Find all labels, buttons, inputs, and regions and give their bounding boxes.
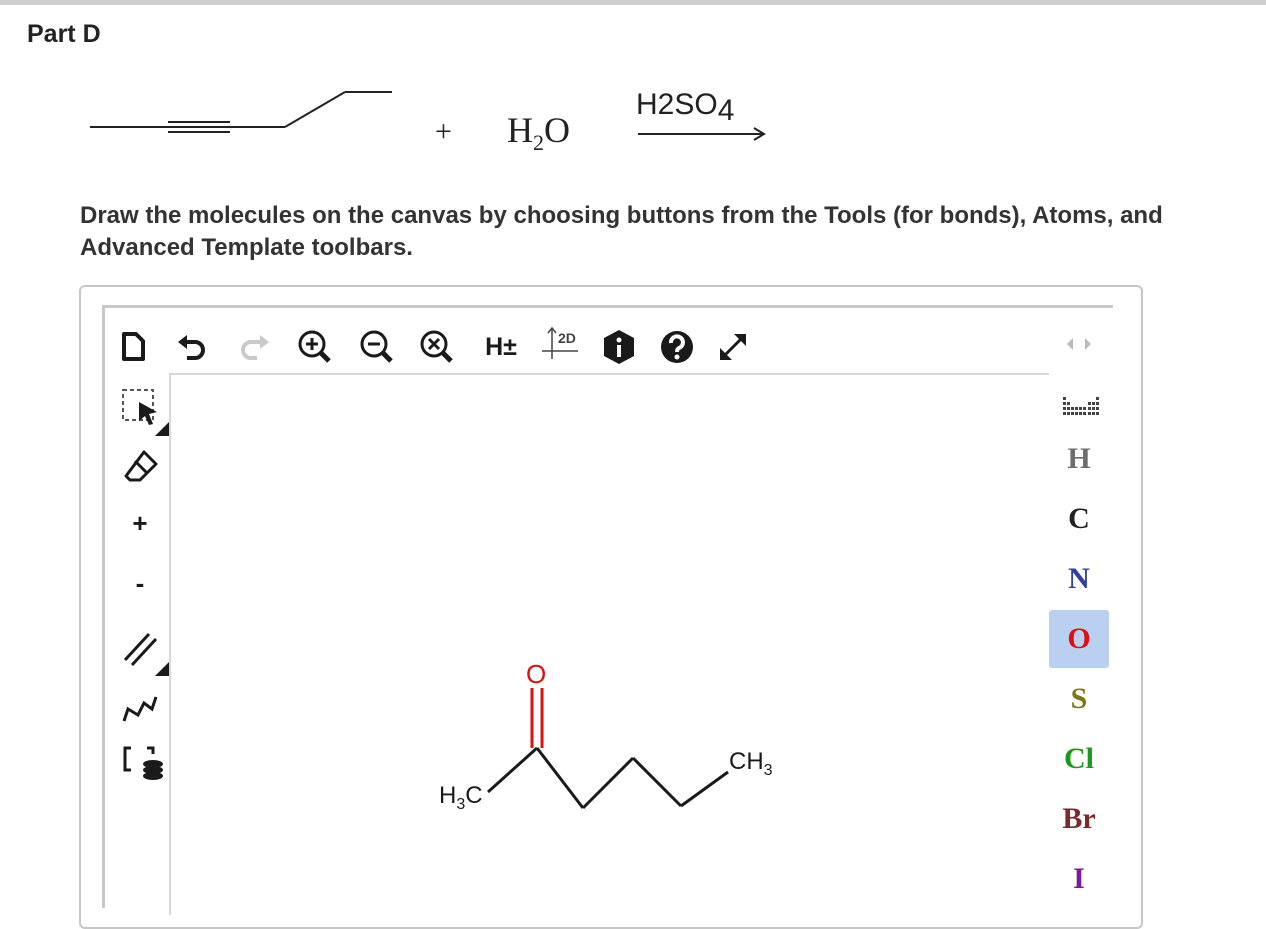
left-right-arrows-icon bbox=[1067, 338, 1091, 350]
undo-icon bbox=[178, 335, 205, 360]
charge-minus-button[interactable]: - bbox=[117, 560, 163, 606]
oxygen-atom: O bbox=[526, 659, 546, 689]
new-document-button[interactable] bbox=[115, 328, 151, 366]
double-bond-icon bbox=[123, 632, 169, 676]
clean-2d-icon: 2D bbox=[542, 326, 578, 359]
undo-button[interactable] bbox=[173, 328, 213, 366]
zoom-out-button[interactable] bbox=[355, 326, 399, 368]
zoom-in-icon bbox=[298, 330, 331, 363]
fullscreen-button[interactable] bbox=[711, 326, 755, 368]
hydrogen-toggle-button[interactable]: H± bbox=[475, 328, 527, 366]
bond-tool-button[interactable] bbox=[115, 620, 169, 676]
clean-2d-label: 2D bbox=[558, 330, 576, 346]
periodic-table-icon bbox=[1063, 397, 1099, 415]
info-button[interactable] bbox=[597, 326, 641, 368]
plus-sign: + bbox=[435, 115, 452, 148]
template-stack-icon bbox=[123, 746, 163, 780]
methyl-group-right: CH3 bbox=[729, 748, 773, 779]
clean-2d-button[interactable]: 2D bbox=[537, 322, 589, 370]
atom-button-h[interactable]: H bbox=[1049, 430, 1109, 488]
left-toolbar: + - bbox=[105, 370, 169, 910]
help-button[interactable] bbox=[655, 326, 699, 368]
selection-tool-icon bbox=[122, 389, 169, 436]
chain-tool-button[interactable] bbox=[115, 686, 165, 732]
periodic-table-button[interactable] bbox=[1053, 388, 1109, 424]
redo-button[interactable] bbox=[235, 328, 275, 366]
product-molecule: O H3C CH3 bbox=[439, 659, 773, 813]
zoom-reset-button[interactable] bbox=[415, 326, 459, 368]
atoms-toolbar: H C N O S Cl Br I bbox=[1049, 328, 1113, 908]
atom-button-n[interactable]: N bbox=[1049, 550, 1109, 608]
water-formula: H2O bbox=[507, 110, 570, 155]
instructions-text: Draw the molecules on the canvas by choo… bbox=[80, 202, 1163, 261]
atom-button-s[interactable]: S bbox=[1049, 670, 1109, 728]
toolbar-scroll-arrows[interactable] bbox=[1057, 328, 1101, 360]
top-toolbar: H± 2D bbox=[105, 308, 1045, 370]
redo-icon bbox=[241, 335, 269, 360]
top-divider bbox=[0, 0, 1266, 5]
zoom-in-button[interactable] bbox=[293, 326, 337, 368]
part-title: Part D bbox=[27, 20, 101, 48]
info-icon bbox=[604, 330, 634, 364]
atom-button-br[interactable]: Br bbox=[1049, 790, 1109, 848]
reaction-scheme: + H2O H2SO4 bbox=[90, 88, 766, 155]
eraser-tool-button[interactable] bbox=[117, 440, 167, 492]
template-tool-button[interactable] bbox=[115, 734, 169, 790]
atom-button-o[interactable]: O bbox=[1049, 610, 1109, 668]
alkyne-structure bbox=[90, 91, 392, 133]
help-icon bbox=[661, 331, 693, 363]
zoom-out-icon bbox=[360, 330, 393, 363]
eraser-icon bbox=[124, 450, 158, 482]
methyl-group-left: H3C bbox=[439, 782, 483, 813]
expand-icon bbox=[720, 334, 746, 360]
selection-tool-button[interactable] bbox=[115, 380, 169, 436]
molecule-editor: H± 2D + - O H3C CH3 H C N O S Cl Br I bbox=[102, 305, 1113, 915]
catalyst-formula: H2SO4 bbox=[636, 88, 734, 127]
reaction-arrow bbox=[638, 127, 766, 141]
new-document-icon bbox=[122, 332, 145, 361]
atom-button-c[interactable]: C bbox=[1049, 490, 1109, 548]
drawing-canvas[interactable]: O H3C CH3 bbox=[169, 373, 1049, 915]
atom-button-cl[interactable]: Cl bbox=[1049, 730, 1109, 788]
charge-plus-button[interactable]: + bbox=[117, 500, 163, 546]
atom-button-i[interactable]: I bbox=[1049, 850, 1109, 908]
chain-icon bbox=[122, 696, 158, 722]
zoom-reset-icon bbox=[420, 330, 453, 363]
